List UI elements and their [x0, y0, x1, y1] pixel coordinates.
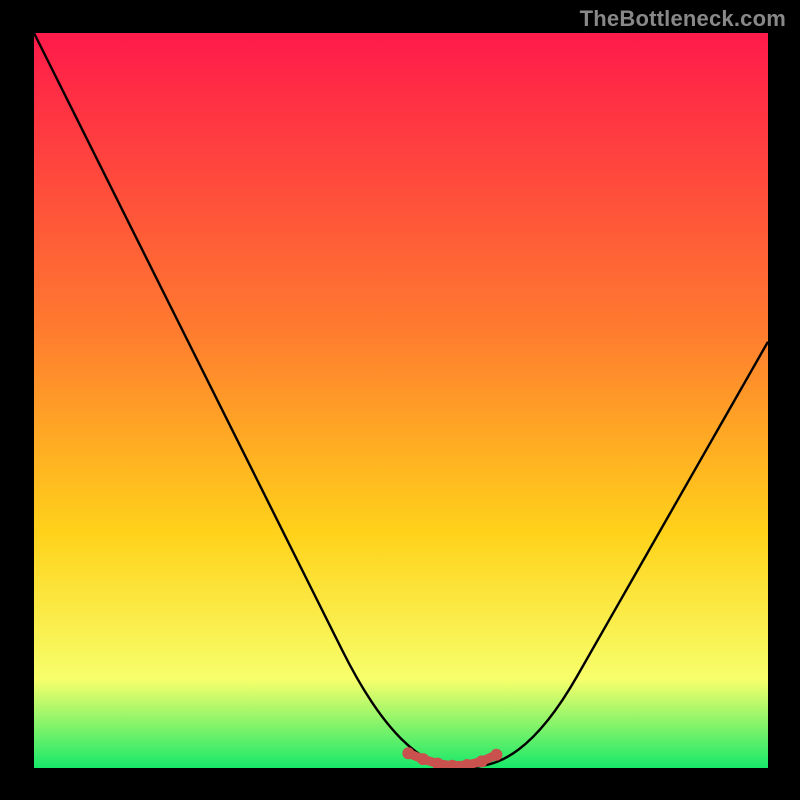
- optimal-range-dot: [417, 753, 429, 765]
- watermark-text: TheBottleneck.com: [580, 6, 786, 32]
- gradient-background: [34, 33, 768, 768]
- optimal-range-dot: [402, 747, 414, 759]
- plot-svg: [34, 33, 768, 768]
- optimal-range-dot: [476, 755, 488, 767]
- bottleneck-plot: [34, 33, 768, 768]
- chart-frame: TheBottleneck.com: [0, 0, 800, 800]
- optimal-range-dot: [490, 749, 502, 761]
